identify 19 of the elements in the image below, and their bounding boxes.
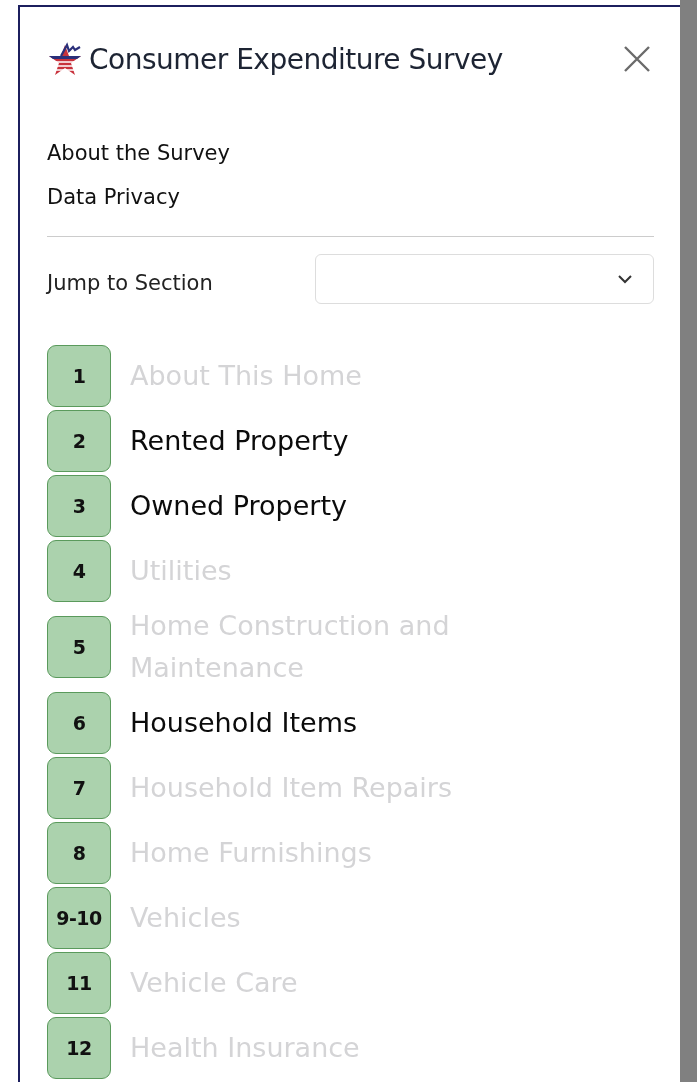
section-number: 5: [47, 616, 111, 678]
section-number: 7: [47, 757, 111, 819]
section-number: 1: [47, 345, 111, 407]
section-number: 9-10: [47, 887, 111, 949]
section-number: 6: [47, 692, 111, 754]
app-title: Consumer Expenditure Survey: [89, 42, 503, 76]
jump-label: Jump to Section: [47, 271, 214, 295]
section-link[interactable]: Owned Property: [130, 485, 348, 527]
section-number: 3: [47, 475, 111, 537]
section-number: 12: [47, 1017, 111, 1079]
section-number: 11: [47, 952, 111, 1014]
chevron-down-icon: [617, 274, 633, 284]
nav-link[interactable]: About the Survey: [47, 141, 230, 165]
nav-link[interactable]: Data Privacy: [47, 185, 180, 209]
section-link[interactable]: Household Items: [130, 702, 357, 744]
section-number: 2: [47, 410, 111, 472]
section-number: 8: [47, 822, 111, 884]
section-number: 4: [47, 540, 111, 602]
section-link[interactable]: Rented Property: [130, 420, 349, 462]
